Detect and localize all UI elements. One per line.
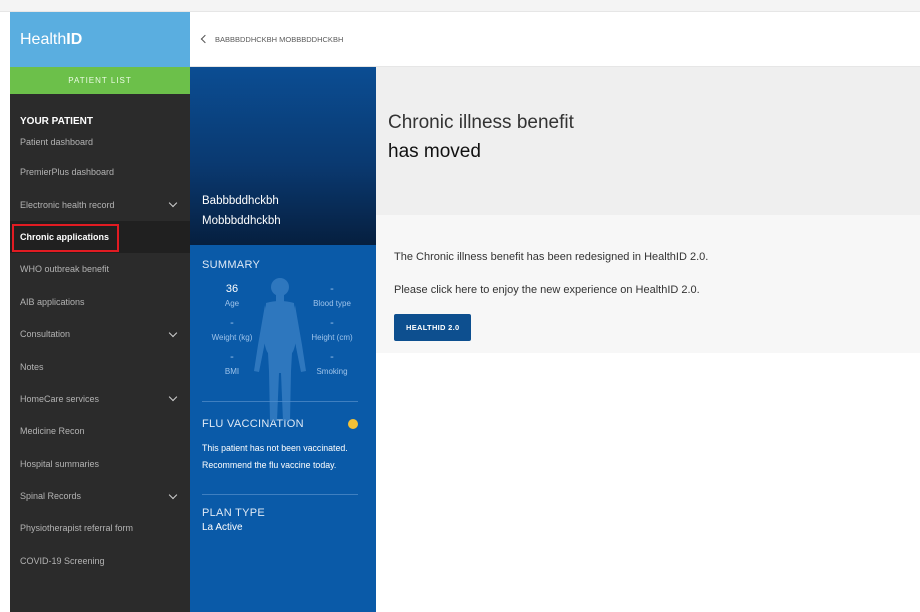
- sidebar-item-notes[interactable]: Notes: [10, 350, 190, 382]
- patient-panel: BABBBDDHCKBH MOBBBDDHCKBH Babbbddhckbh M…: [190, 12, 376, 612]
- sidebar-item-label: PremierPlus dashboard: [20, 167, 115, 178]
- brand-name-light: Health: [20, 30, 67, 48]
- main-header: [376, 12, 920, 67]
- flu-status-dot-icon: [348, 419, 358, 429]
- stat-age: 36 Age: [224, 283, 240, 308]
- breadcrumb[interactable]: BABBBDDHCKBH MOBBBDDHCKBH: [190, 12, 376, 67]
- sidebar-item-homecare-services[interactable]: HomeCare services: [10, 383, 190, 415]
- stat-height: - Height (cm): [311, 317, 353, 342]
- brand-name-bold: ID: [66, 30, 83, 48]
- notice-message-1: The Chronic illness benefit has been red…: [394, 251, 709, 263]
- sidebar-item-label: Electronic health record: [20, 199, 115, 210]
- flu-vaccination-message: This patient has not been vaccinated. Re…: [202, 443, 348, 470]
- sidebar-item-label: Chronic applications: [20, 231, 110, 242]
- sidebar-item-label: COVID-19 Screening: [20, 555, 105, 566]
- sidebar-item-label: AIB applications: [20, 296, 85, 307]
- brand-logo[interactable]: Health ID: [10, 12, 190, 67]
- patient-list-button[interactable]: PATIENT LIST: [10, 67, 190, 94]
- sidebar-item-label: Consultation: [20, 329, 71, 340]
- your-patient-heading: YOUR PATIENT: [20, 116, 93, 127]
- top-strip: [0, 0, 920, 12]
- sidebar-item-hospital-summaries[interactable]: Hospital summaries: [10, 448, 190, 480]
- stat-weight: - Weight (kg): [211, 317, 253, 342]
- redesign-notice: The Chronic illness benefit has been red…: [376, 215, 920, 353]
- chevron-left-icon[interactable]: [200, 34, 210, 44]
- sidebar-item-label: Medicine Recon: [20, 426, 85, 437]
- moved-banner: Chronic illness benefit has moved: [376, 67, 920, 215]
- plan-type-section: PLAN TYPE La Active: [202, 495, 362, 533]
- sidebar: Health ID PATIENT LIST YOUR PATIENT Patie…: [10, 12, 190, 612]
- sidebar-item-electronic-health-record[interactable]: Electronic health record: [10, 188, 190, 220]
- sidebar-item-medicine-recon[interactable]: Medicine Recon: [10, 415, 190, 447]
- sidebar-item-premierplus-dashboard[interactable]: PremierPlus dashboard: [10, 156, 190, 188]
- summary-section: SUMMARY 36 Age - Blood type - Weight (kg) -…: [190, 245, 376, 533]
- chevron-down-icon[interactable]: [168, 328, 178, 337]
- sidebar-item-chronic-applications[interactable]: Chronic applications: [10, 220, 190, 254]
- notice-message-2: Please click here to enjoy the new exper…: [394, 284, 700, 296]
- patient-first-name: Babbbddhckbh: [202, 195, 279, 207]
- stat-smoking: - Smoking: [316, 351, 348, 376]
- sidebar-item-label: Physiotherapist referral form: [20, 523, 134, 534]
- patient-last-name: Mobbbddhckbh: [202, 215, 281, 227]
- sidebar-item-aib-applications[interactable]: AIB applications: [10, 286, 190, 318]
- plan-type-title: PLAN TYPE: [202, 507, 266, 519]
- page-title: Chronic illness benefit: [388, 112, 574, 133]
- sidebar-item-label: Spinal Records: [20, 491, 82, 502]
- chevron-down-icon[interactable]: [168, 393, 178, 402]
- sidebar-item-spinal-records[interactable]: Spinal Records: [10, 480, 190, 512]
- summary-title: SUMMARY: [202, 259, 261, 271]
- sidebar-item-who-outbreak-benefit[interactable]: WHO outbreak benefit: [10, 253, 190, 285]
- sidebar-item-covid-19-screening[interactable]: COVID-19 Screening: [10, 545, 190, 577]
- sidebar-item-label: WHO outbreak benefit: [20, 264, 110, 275]
- plan-type-value: La Active: [202, 522, 243, 533]
- sidebar-item-label: HomeCare services: [20, 393, 100, 404]
- stat-bmi: - BMI: [224, 351, 240, 376]
- main-content: Chronic illness benefit has moved The Ch…: [376, 12, 920, 612]
- healthid-2-button[interactable]: HEALTHID 2.0: [394, 314, 472, 341]
- chevron-down-icon[interactable]: [168, 198, 178, 208]
- sidebar-item-label: Notes: [20, 361, 44, 372]
- sidebar-nav: Patient dashboard PremierPlus dashboard El…: [10, 134, 190, 577]
- sidebar-item-physiotherapist-referral-form[interactable]: Physiotherapist referral form: [10, 512, 190, 544]
- sidebar-item-label: Patient dashboard: [20, 137, 94, 147]
- sidebar-item-consultation[interactable]: Consultation: [10, 318, 190, 350]
- patient-name: Babbbddhckbh Mobbbddhckbh: [202, 191, 281, 231]
- chevron-down-icon[interactable]: [168, 490, 178, 499]
- patient-hero: Babbbddhckbh Mobbbddhckbh: [190, 67, 376, 245]
- stat-blood-type: - Blood type: [313, 283, 351, 308]
- sidebar-item-label: Hospital summaries: [20, 458, 100, 469]
- breadcrumb-patient-name[interactable]: BABBBDDHCKBH MOBBBDDHCKBH: [215, 35, 343, 44]
- page-subtitle: has moved: [388, 141, 481, 162]
- summary-stats: 36 Age - Blood type - Weight (kg) - Height (…: [202, 279, 362, 381]
- sidebar-item-patient-dashboard[interactable]: Patient dashboard: [10, 134, 190, 156]
